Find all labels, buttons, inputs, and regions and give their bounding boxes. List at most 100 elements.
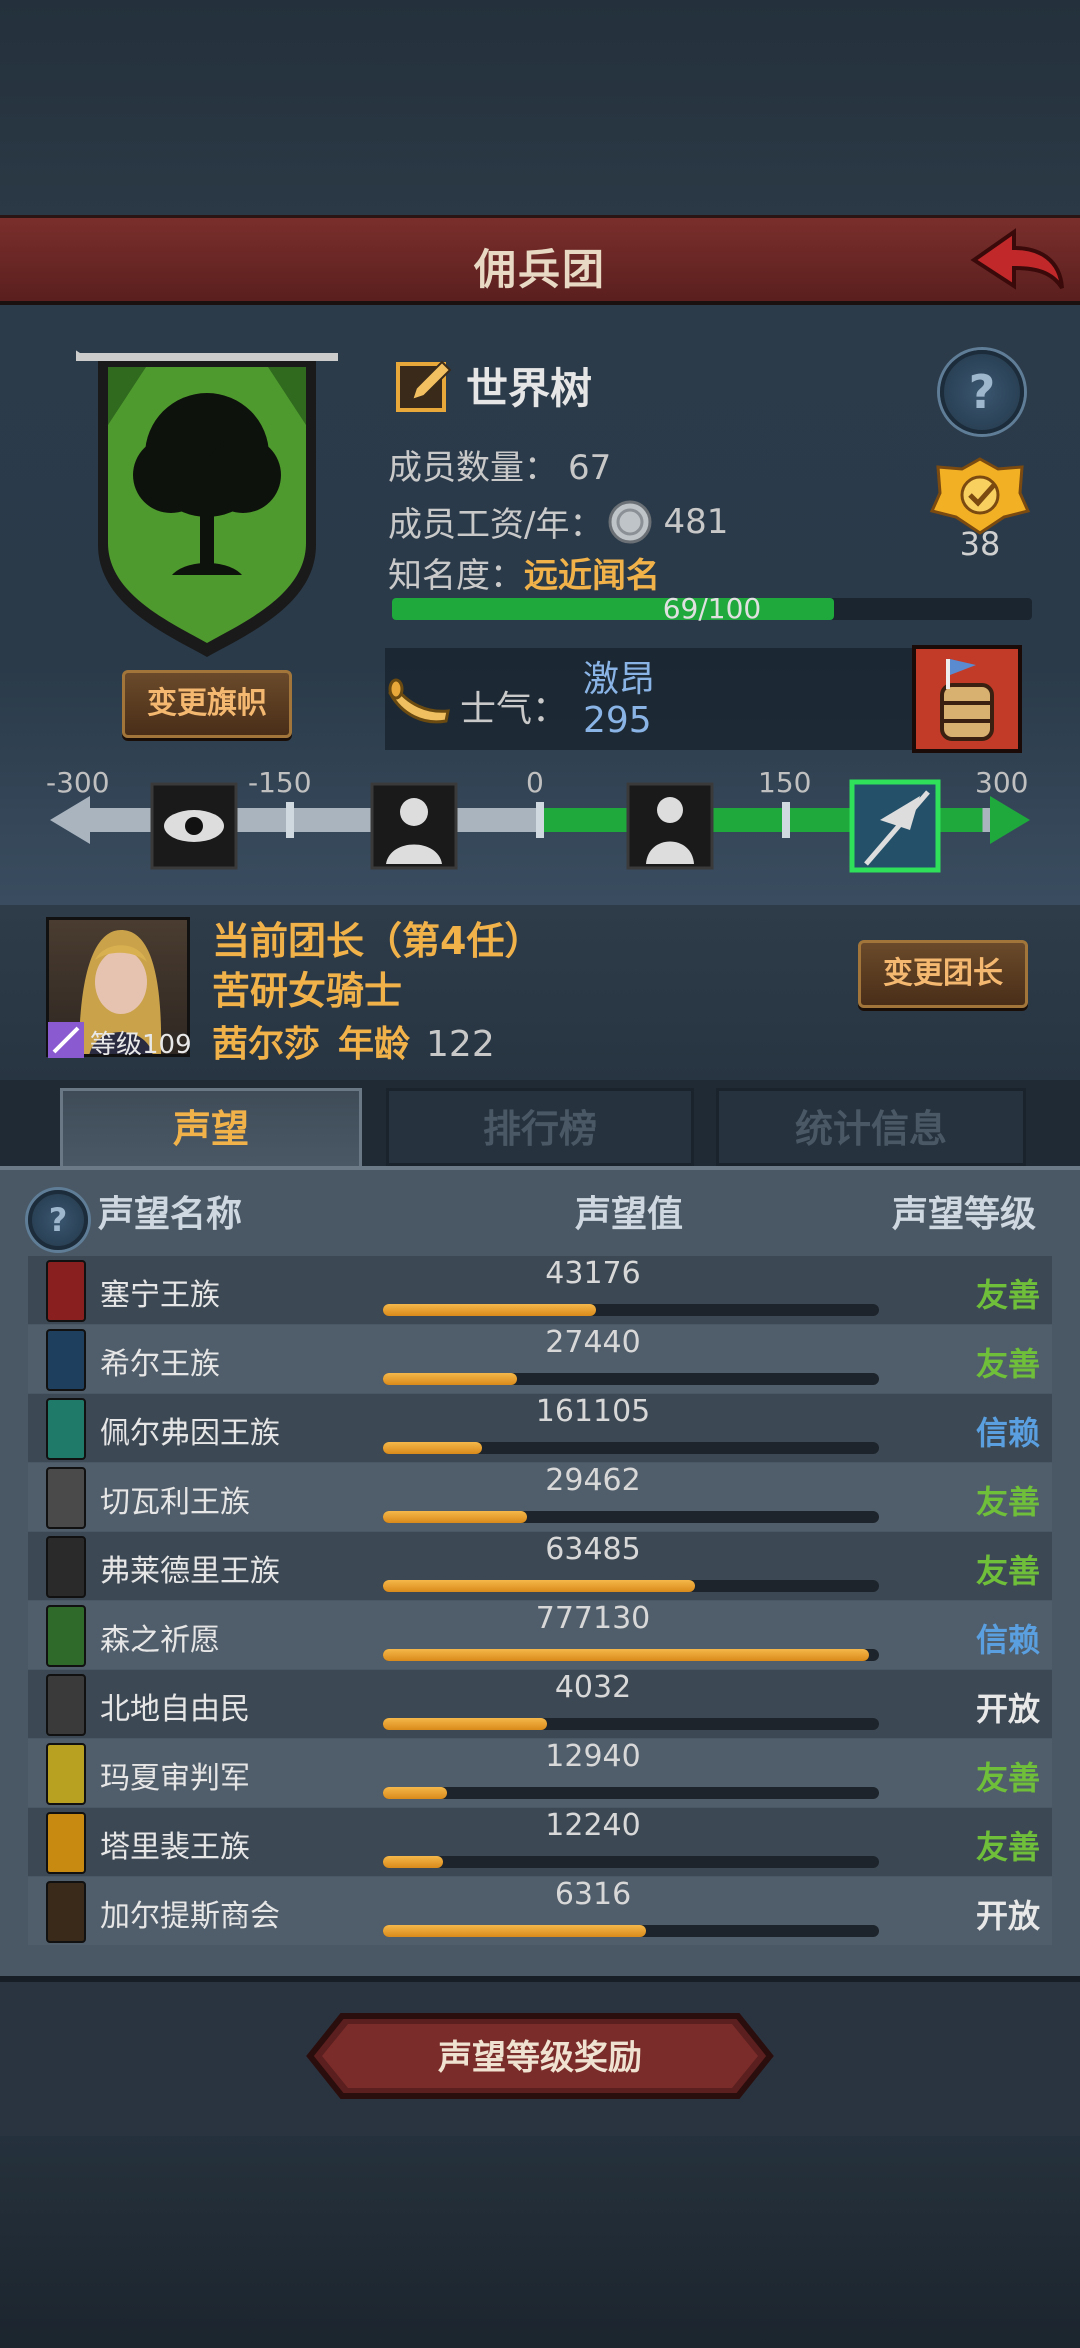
list-item[interactable]: 森之祈愿 777130 信赖 — [28, 1601, 1052, 1669]
reputation-progress-bar — [383, 1856, 879, 1868]
tab-ranking[interactable]: 排行榜 — [386, 1088, 694, 1166]
guild-banner — [76, 350, 338, 657]
reputation-level: 友善 — [975, 1345, 1040, 1383]
faction-name: 森之祈愿 — [100, 1623, 220, 1658]
reward-button-label: 声望等级奖励 — [438, 2038, 642, 2078]
list-item[interactable]: 塔里裴王族 12240 友善 — [28, 1808, 1052, 1876]
title-bar: 佣兵团 — [0, 215, 1080, 305]
badge-count: 38 — [959, 525, 1001, 563]
morale-value: 295 — [583, 700, 652, 741]
morale-status: 激昂 — [583, 659, 656, 700]
faction-emblem-icon — [46, 1260, 86, 1322]
reputation-progress-bar — [383, 1649, 879, 1661]
despair-figure-icon — [370, 782, 458, 870]
reputation-progress-bar — [383, 1787, 879, 1799]
reputation-progress-fill — [383, 1718, 547, 1730]
supply-barrel-button[interactable] — [912, 645, 1022, 753]
member-count-label: 成员数量： — [388, 448, 558, 488]
list-item[interactable]: 希尔王族 27440 友善 — [28, 1325, 1052, 1393]
faction-emblem-icon — [46, 1881, 86, 1943]
change-banner-button[interactable]: 变更旗帜 — [122, 670, 292, 738]
reputation-level: 友善 — [975, 1552, 1040, 1590]
reputation-level: 友善 — [975, 1483, 1040, 1521]
leader-age: 122 — [426, 1024, 495, 1065]
wage-label: 成员工资/年： — [388, 505, 604, 545]
reputation-value: 12240 — [545, 1808, 641, 1843]
reputation-progress-fill — [383, 1649, 870, 1661]
faction-emblem-icon — [46, 1467, 86, 1529]
reputation-value: 161105 — [535, 1394, 651, 1429]
barrel-icon — [940, 659, 994, 741]
faction-emblem-icon — [46, 1812, 86, 1874]
class-icon — [48, 1022, 84, 1058]
page-title: 佣兵团 — [473, 245, 606, 294]
reputation-progress-bar — [383, 1442, 879, 1454]
back-arrow-icon[interactable] — [966, 226, 1066, 298]
tab-statistics[interactable]: 统计信息 — [716, 1088, 1026, 1166]
faction-name: 北地自由民 — [100, 1692, 250, 1727]
faction-emblem-icon — [46, 1329, 86, 1391]
list-item[interactable]: 北地自由民 4032 开放 — [28, 1670, 1052, 1738]
fame-progress-bar: 69/100 — [392, 592, 1032, 625]
help-icon[interactable]: ? — [940, 350, 1024, 434]
reputation-value: 27440 — [545, 1325, 641, 1360]
list-item[interactable]: 切瓦利王族 29462 友善 — [28, 1463, 1052, 1531]
eye-icon — [150, 782, 238, 870]
faction-name: 塔里裴王族 — [100, 1830, 250, 1865]
reputation-level: 信赖 — [975, 1621, 1040, 1659]
tab-reputation[interactable]: 声望 — [60, 1088, 362, 1166]
reputation-level: 信赖 — [975, 1414, 1040, 1452]
leader-level: 等级109 — [46, 1020, 196, 1060]
achievement-badge[interactable]: 38 — [928, 455, 1032, 565]
wage-row: 成员工资/年： 481 — [388, 497, 728, 546]
reputation-progress-bar — [383, 1580, 879, 1592]
leader-level-text: 等级109 — [90, 1030, 192, 1060]
help-icon[interactable]: ? — [28, 1190, 88, 1250]
leader-title: 当前团长（第4任） — [212, 919, 543, 963]
list-item[interactable]: 玛夏审判军 12940 友善 — [28, 1739, 1052, 1807]
reputation-value: 4032 — [554, 1670, 632, 1705]
faction-emblem-icon — [46, 1605, 86, 1667]
leader-details: 茜尔莎 年龄 122 — [212, 1015, 495, 1067]
fame-label: 知名度： — [388, 556, 524, 596]
list-item[interactable]: 塞宁王族 43176 友善 — [28, 1256, 1052, 1324]
reputation-progress-fill — [383, 1373, 517, 1385]
reputation-progress-fill — [383, 1856, 443, 1868]
leader-class: 苦研女骑士 — [212, 969, 403, 1013]
member-count-row: 成员数量： 67 — [388, 440, 611, 489]
faction-name: 切瓦利王族 — [100, 1485, 250, 1520]
top-background — [0, 0, 1080, 215]
edit-name-icon[interactable] — [396, 356, 454, 414]
member-count-value: 67 — [568, 448, 612, 488]
bottom-background — [0, 2136, 1080, 2348]
faction-name: 弗莱德里王族 — [100, 1554, 280, 1589]
list-item[interactable]: 佩尔弗因王族 161105 信赖 — [28, 1394, 1052, 1462]
reputation-value: 777130 — [535, 1601, 651, 1636]
change-leader-button[interactable]: 变更团长 — [858, 940, 1028, 1008]
reputation-level: 友善 — [975, 1828, 1040, 1866]
banner-charge-icon — [849, 779, 941, 873]
reputation-progress-bar — [383, 1511, 879, 1523]
reputation-level: 开放 — [975, 1897, 1040, 1935]
reputation-progress-fill — [383, 1580, 696, 1592]
reputation-progress-fill — [383, 1304, 597, 1316]
header-level: 声望等级 — [892, 1194, 1037, 1235]
reputation-reward-button[interactable]: 声望等级奖励 — [306, 2012, 774, 2100]
silver-coin-icon — [608, 500, 652, 543]
reputation-progress-bar — [383, 1925, 879, 1937]
leader-name: 茜尔莎 — [212, 1024, 321, 1065]
list-item[interactable]: 加尔提斯商会 6316 开放 — [28, 1877, 1052, 1945]
target-badge-icon — [929, 457, 1031, 535]
reputation-progress-bar — [383, 1304, 879, 1316]
reputation-progress-fill — [383, 1511, 527, 1523]
faction-name: 塞宁王族 — [100, 1278, 220, 1313]
list-item[interactable]: 弗莱德里王族 63485 友善 — [28, 1532, 1052, 1600]
faction-name: 希尔王族 — [100, 1347, 220, 1382]
reputation-progress-fill — [383, 1787, 448, 1799]
faction-name: 玛夏审判军 — [100, 1761, 250, 1796]
reputation-value: 29462 — [545, 1463, 641, 1498]
guild-name: 世界树 — [466, 363, 593, 413]
reputation-progress-bar — [383, 1373, 879, 1385]
morale-scale — [50, 779, 1030, 873]
reputation-level: 开放 — [975, 1690, 1040, 1728]
